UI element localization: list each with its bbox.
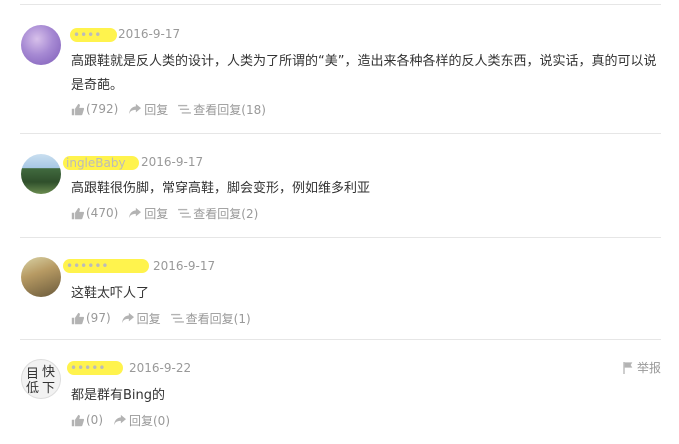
reply-arrow-icon	[129, 207, 142, 219]
reply-button[interactable]: 回复	[128, 101, 168, 118]
comment-text: 这鞋太吓人了	[71, 286, 150, 301]
comment-divider	[20, 237, 661, 238]
comment-divider	[20, 339, 661, 340]
avatar[interactable]	[21, 25, 61, 65]
comment-date: 2016-9-17	[153, 259, 216, 273]
avatar[interactable]	[21, 257, 61, 297]
avatar[interactable]: 目 快 低 下	[21, 359, 61, 399]
reply-arrow-icon	[129, 103, 142, 115]
username[interactable]: •••••	[67, 361, 123, 375]
comment-divider	[20, 133, 661, 134]
top-divider	[20, 4, 661, 5]
avatar-char: 目	[26, 367, 40, 382]
reply-arrow-icon	[121, 312, 134, 324]
like-count: (470)	[86, 206, 119, 220]
report-label: 举报	[636, 361, 661, 375]
avatar-char: 下	[42, 381, 56, 396]
avatar-char: 低	[26, 381, 40, 396]
reply-button[interactable]: 回复	[128, 205, 168, 222]
reply-button[interactable]: 回复(0)	[113, 412, 170, 429]
view-replies-label: 查看回复(2)	[193, 206, 259, 221]
view-replies-label: 查看回复(1)	[185, 311, 251, 326]
username[interactable]: ••••	[70, 28, 117, 42]
comment-text: 高跟鞋很伤脚，常穿高鞋，脚会变形，例如维多利亚	[71, 181, 371, 196]
comment-date: 2016-9-17	[118, 27, 181, 41]
reply-arrow-icon	[114, 414, 126, 426]
avatar[interactable]	[21, 154, 61, 194]
like-count: (792)	[86, 102, 119, 116]
like-count: (0)	[86, 413, 103, 427]
avatar-char: 快	[42, 365, 56, 380]
report-button[interactable]: 举报	[623, 359, 661, 376]
like-button[interactable]: (792)	[71, 102, 118, 116]
thumbs-up-icon	[71, 207, 84, 219]
comment-actions: (470) 回复 查看回复(2)	[71, 205, 258, 221]
comment-actions: (792) 回复 查看回复(18)	[71, 101, 266, 117]
view-replies-button[interactable]: 查看回复(2)	[178, 205, 258, 222]
view-replies-button[interactable]: 查看回复(18)	[178, 101, 266, 118]
view-replies-label: 查看回复(18)	[193, 102, 266, 117]
username[interactable]: ingleBaby	[63, 156, 139, 170]
view-replies-button[interactable]: 查看回复(1)	[170, 310, 251, 327]
comment-text: 高跟鞋就是反人类的设计，人类为了所谓的“美”，造出来各种各样的反人类东西，说实话…	[71, 54, 657, 93]
comment-actions: (0) 回复(0)	[71, 412, 170, 428]
thumbs-up-icon	[71, 414, 84, 426]
flag-icon	[623, 361, 633, 374]
like-button[interactable]: (97)	[71, 311, 111, 325]
like-count: (97)	[86, 311, 111, 325]
reply-label: 回复	[144, 206, 169, 221]
comment-actions: (97) 回复 查看回复(1)	[71, 310, 251, 326]
username[interactable]: ••••••	[63, 259, 149, 273]
reply-label: 回复	[136, 311, 161, 326]
thumbs-up-icon	[71, 312, 84, 324]
reply-button[interactable]: 回复	[121, 310, 161, 327]
list-icon	[178, 208, 192, 218]
like-button[interactable]: (470)	[71, 206, 118, 220]
reply-label: 回复	[144, 102, 169, 117]
comment-date: 2016-9-17	[141, 155, 204, 169]
reply-label: 回复(0)	[129, 413, 170, 428]
thumbs-up-icon	[71, 103, 84, 115]
like-button[interactable]: (0)	[71, 413, 103, 427]
comment-text: 都是群有Bing的	[71, 388, 166, 403]
list-icon	[170, 313, 184, 323]
comment-date: 2016-9-22	[129, 361, 192, 375]
list-icon	[178, 104, 192, 114]
